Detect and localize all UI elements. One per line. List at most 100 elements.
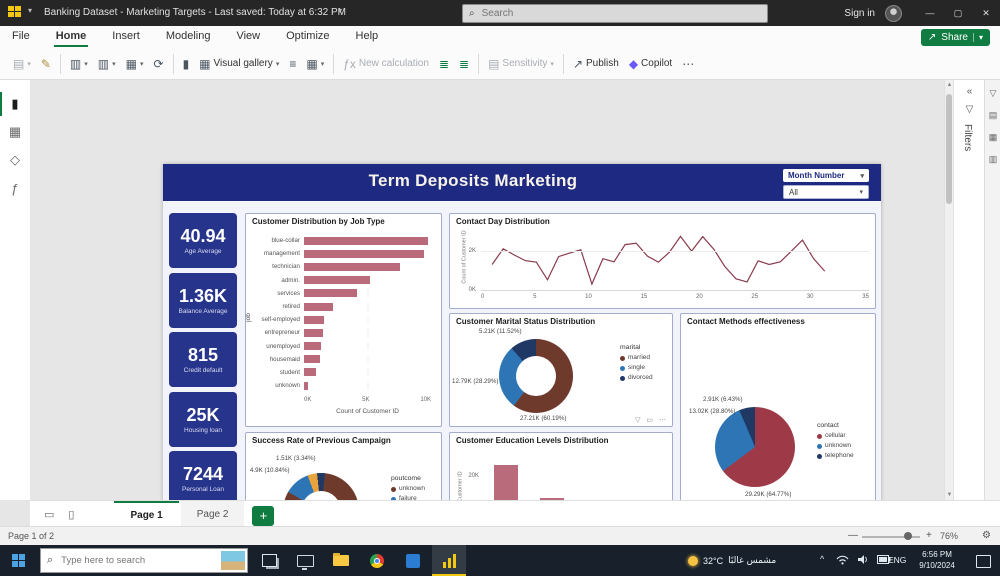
legend-item[interactable]: cellular (817, 431, 854, 441)
visual-gallery-button[interactable]: ▦Visual gallery▾ (194, 52, 284, 76)
zoom-in-button[interactable]: + (926, 530, 932, 541)
legend-item[interactable]: married (620, 353, 653, 363)
wifi-icon[interactable] (836, 554, 849, 565)
bar[interactable] (304, 316, 324, 324)
chevron-down-icon[interactable]: ▾ (28, 6, 32, 15)
bar[interactable] (304, 329, 323, 337)
view-as-button[interactable]: ≣ (454, 52, 474, 76)
share-button[interactable]: ↗ Share ▾ (921, 29, 990, 46)
chevron-down-icon[interactable]: ▾ (338, 6, 342, 15)
bar[interactable] (304, 276, 370, 284)
taskbar-search[interactable]: ⌕ (40, 548, 248, 573)
publish-button[interactable]: ↗Publish (568, 52, 624, 76)
menu-insert[interactable]: Insert (110, 27, 142, 47)
dax-query-view-icon[interactable]: ƒ (0, 176, 30, 200)
legend-item[interactable]: single (620, 363, 653, 373)
visualizations-pane-icon[interactable]: ▤ (985, 110, 1000, 121)
menu-help[interactable]: Help (354, 27, 381, 47)
transform-data-button[interactable]: ▦▾ (121, 52, 149, 76)
bar[interactable] (304, 263, 400, 271)
recent-sources-button[interactable]: ▥▾ (93, 52, 121, 76)
search-input[interactable] (480, 7, 734, 20)
paste-button[interactable]: ▤▾ (8, 52, 36, 76)
legend-item[interactable]: unknown (391, 484, 425, 494)
volume-icon[interactable] (857, 554, 869, 565)
get-data-button[interactable]: ▥▾ (65, 52, 93, 76)
close-button[interactable]: ✕ (972, 0, 1000, 26)
filters-pane-icon[interactable]: ▽ (985, 88, 1000, 99)
page-view-icon[interactable]: ▯ (68, 508, 74, 521)
focus-mode-icon[interactable]: ▭ (646, 417, 655, 424)
menu-modeling[interactable]: Modeling (164, 27, 213, 47)
refresh-button[interactable]: ⟳ (149, 52, 169, 76)
job-type-chart-card[interactable]: Customer Distribution by Job Type job bl… (245, 213, 442, 427)
search-highlight-image[interactable] (221, 551, 245, 570)
minimize-button[interactable]: — (916, 0, 944, 26)
visual-toolbar[interactable]: ▽ ▭ ⋯ (635, 416, 668, 424)
bar[interactable] (304, 382, 308, 390)
expand-pane-icon[interactable]: « (954, 86, 985, 97)
filters-pane-label[interactable]: Filters (962, 124, 973, 151)
taskbar-app-powerbi[interactable] (432, 545, 466, 576)
scrollbar-thumb[interactable] (946, 94, 952, 204)
contact-day-chart-card[interactable]: Contact Day Distribution Count of Custom… (449, 213, 876, 309)
menu-view[interactable]: View (234, 27, 262, 47)
page-tab[interactable]: Page 2 (181, 501, 245, 527)
settings-gear-icon[interactable]: ⚙ (982, 530, 991, 541)
taskbar-search-input[interactable] (59, 554, 193, 567)
fields-pane-icon[interactable]: ▥ (985, 154, 1000, 165)
new-calculation-button[interactable]: ƒxNew calculation (338, 52, 434, 76)
ribbon-overflow-button[interactable]: ⋯ (677, 52, 699, 76)
sensitivity-button[interactable]: ▤Sensitivity▾ (483, 52, 559, 76)
start-button[interactable] (12, 554, 25, 567)
legend-item[interactable]: telephone (817, 451, 854, 461)
bar[interactable] (304, 250, 424, 258)
filter-icon[interactable]: ▽ (635, 417, 642, 424)
maximize-button[interactable]: ▢ (944, 0, 972, 26)
zoom-slider-thumb[interactable] (904, 532, 912, 540)
legend-item[interactable]: unknown (817, 441, 854, 451)
zoom-out-button[interactable]: — (848, 530, 858, 541)
data-pane-icon[interactable]: ▦ (985, 132, 1000, 143)
sign-in-button[interactable]: Sign in (844, 8, 875, 19)
month-slicer-dropdown[interactable]: All▾ (783, 185, 869, 199)
legend-item[interactable]: divorced (620, 373, 653, 383)
hidden-icons-chevron[interactable]: ^ (820, 554, 824, 564)
menu-optimize[interactable]: Optimize (284, 27, 331, 47)
more-options-icon[interactable]: ⋯ (659, 417, 668, 424)
manage-roles-button[interactable]: ≣ (434, 52, 454, 76)
taskbar-app-chrome[interactable] (360, 545, 394, 576)
page-view-icon[interactable]: ▭ (44, 508, 54, 521)
text-box-button[interactable]: ≡ (284, 52, 301, 76)
taskbar-app-file-explorer[interactable] (324, 545, 358, 576)
action-center-icon[interactable] (976, 555, 991, 568)
more-elements-button[interactable]: ▦▾ (301, 52, 329, 76)
menu-home[interactable]: Home (54, 27, 89, 47)
page-tab[interactable]: Page 1 (114, 501, 178, 527)
taskbar-app-monitor[interactable] (288, 545, 322, 576)
bar[interactable] (304, 289, 357, 297)
copilot-button[interactable]: ◆Copilot (624, 52, 677, 76)
taskbar-clock[interactable]: 6:56 PM 9/10/2024 (908, 549, 966, 571)
taskbar-weather[interactable]: 32°C مشمس غالبًا (688, 545, 776, 576)
menu-file[interactable]: File (10, 27, 32, 47)
language-indicator[interactable]: ENG (888, 555, 906, 565)
avatar[interactable] (885, 5, 902, 22)
table-view-icon[interactable]: ▦ (0, 120, 30, 144)
bar[interactable] (304, 368, 316, 376)
bar[interactable] (304, 342, 321, 350)
filter-icon[interactable]: ▽ (954, 104, 985, 115)
new-page-button[interactable]: + (252, 506, 274, 526)
bar[interactable] (304, 355, 320, 363)
new-visual-button[interactable]: ▮ (178, 52, 195, 76)
report-view-icon[interactable]: ▮ (0, 92, 30, 116)
taskbar-app-vscode[interactable] (396, 545, 430, 576)
marital-status-chart-card[interactable]: Customer Marital Status Distribution 5.2… (449, 313, 673, 427)
global-search[interactable]: ⌕ (462, 4, 768, 23)
bar[interactable] (304, 303, 333, 311)
month-slicer-header[interactable]: Month Number▾ (783, 169, 869, 182)
format-painter-button[interactable]: ✎ (36, 52, 56, 76)
bar[interactable] (304, 237, 428, 245)
model-view-icon[interactable]: ◇ (0, 148, 30, 172)
task-view-button[interactable] (252, 545, 286, 576)
